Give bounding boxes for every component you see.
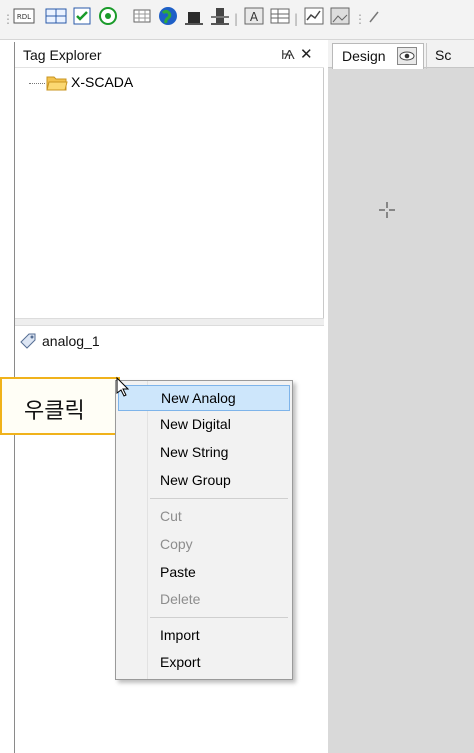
toolbar-separator: | (234, 12, 239, 26)
toolbar: ⋮ RDL | A | ⋮ (0, 0, 474, 40)
tab-design-label: Design (342, 48, 386, 64)
target-icon[interactable] (96, 4, 120, 28)
menu-item-label: Delete (160, 591, 201, 607)
folder-open-icon (46, 74, 68, 92)
tab-strip: Design Sc (328, 40, 474, 69)
callout-text: 우클릭 (24, 399, 85, 424)
menu-item-cut[interactable]: Cut (118, 504, 290, 530)
panel-splitter[interactable] (15, 318, 324, 326)
menu-item-new-analog[interactable]: New Analog (118, 385, 290, 411)
menu-item-label: Paste (160, 564, 196, 580)
menu-separator (150, 617, 288, 618)
tree-root-item[interactable]: X-SCADA (71, 74, 133, 90)
mouse-pointer-icon (114, 376, 138, 400)
tag-item-analog-1[interactable]: analog_1 (42, 333, 100, 349)
toolbar-grip: ⋮ (2, 12, 14, 26)
pin-icon[interactable]: Ѩ (281, 48, 295, 62)
svg-text:RDL: RDL (17, 13, 31, 21)
menu-item-label: New Analog (161, 390, 236, 406)
grid-icon[interactable] (130, 4, 154, 28)
tab-script[interactable]: Sc (426, 43, 474, 69)
tree-connector (29, 83, 45, 84)
menu-item-export[interactable]: Export (118, 650, 290, 676)
context-menu: New Analog New Digital New String New Gr… (115, 380, 293, 680)
rdl-icon[interactable]: RDL (12, 4, 36, 28)
menu-item-new-group[interactable]: New Group (118, 468, 290, 494)
close-icon[interactable]: ✕ (300, 45, 313, 63)
table-icon[interactable] (268, 4, 292, 28)
menu-item-new-string[interactable]: New String (118, 440, 290, 466)
menu-item-label: Copy (160, 536, 193, 552)
menu-item-paste[interactable]: Paste (118, 560, 290, 586)
tag-explorer-header: Tag Explorer Ѩ ✕ (15, 42, 324, 68)
bar-block-icon[interactable] (208, 4, 232, 28)
menu-item-new-digital[interactable]: New Digital (118, 412, 290, 438)
menu-item-copy[interactable]: Copy (118, 532, 290, 558)
toolbar-grip: ⋮ (354, 12, 366, 26)
text-field-icon[interactable]: A (242, 4, 266, 28)
tag-tree: X-SCADA (15, 70, 324, 325)
toolbar-separator: | (294, 12, 299, 26)
panel-title: Tag Explorer (23, 47, 102, 63)
chart-icon[interactable] (302, 4, 326, 28)
right-click-callout: 우클릭 (0, 377, 120, 435)
image-icon[interactable] (328, 4, 352, 28)
pen-icon[interactable] (364, 4, 388, 28)
globe-icon[interactable] (156, 4, 180, 28)
tag-icon (19, 332, 37, 350)
menu-item-import[interactable]: Import (118, 623, 290, 649)
menu-separator (150, 498, 288, 499)
menu-item-label: Cut (160, 508, 182, 524)
crosshair-cursor-icon (377, 200, 397, 220)
tab-design[interactable]: Design (332, 43, 424, 69)
menu-item-label: New String (160, 444, 229, 460)
menu-item-label: Import (160, 627, 200, 643)
checkbox-icon[interactable] (70, 4, 94, 28)
design-canvas[interactable] (328, 69, 474, 753)
tab-script-label: Sc (435, 47, 452, 63)
menu-item-label: New Digital (160, 416, 231, 432)
block-icon[interactable] (182, 4, 206, 28)
menu-item-label: Export (160, 654, 201, 670)
menu-item-delete[interactable]: Delete (118, 587, 290, 613)
svg-text:A: A (250, 10, 259, 24)
eye-icon (397, 47, 417, 65)
grid-check-icon[interactable] (44, 4, 68, 28)
menu-item-label: New Group (160, 472, 231, 488)
design-area: Design Sc (328, 40, 474, 753)
